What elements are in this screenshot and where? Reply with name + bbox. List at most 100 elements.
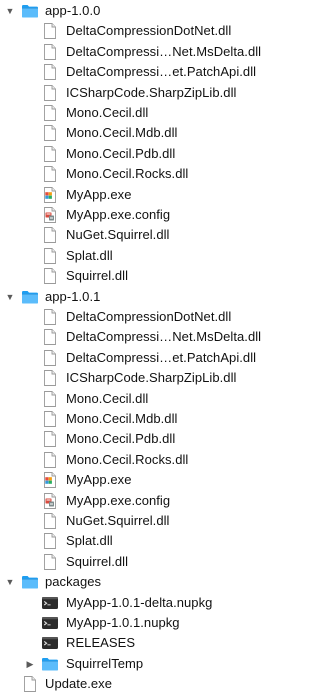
file-row[interactable]: RELEASES	[0, 632, 301, 654]
item-label: DeltaCompressionDotNet.dll	[66, 309, 232, 324]
item-label: DeltaCompressionDotNet.dll	[66, 23, 232, 39]
document-icon	[41, 553, 59, 571]
document-icon	[41, 369, 59, 387]
file-row[interactable]: Squirrel.dll	[0, 551, 301, 573]
disclosure-triangle-collapsed-icon[interactable]: ▶	[25, 657, 35, 671]
document-icon	[41, 390, 59, 408]
item-label: Squirrel.dll	[66, 268, 129, 284]
file-row[interactable]: NuGet.Squirrel.dll	[0, 224, 301, 246]
document-icon	[41, 63, 59, 81]
file-row[interactable]: Splat.dll	[0, 245, 301, 267]
terminal-file-icon	[41, 594, 59, 612]
file-row[interactable]: DeltaCompressi…Net.MsDelta.dll	[0, 326, 301, 348]
item-label: RELEASES	[66, 635, 136, 651]
exe-icon	[41, 186, 59, 204]
file-row[interactable]: MyApp.exe	[0, 184, 301, 206]
document-icon	[41, 532, 59, 550]
folder-icon	[21, 573, 39, 591]
file-row[interactable]: Mono.Cecil.Pdb.dll	[0, 143, 301, 165]
item-label: Mono.Cecil.Pdb.dll	[66, 431, 176, 447]
folder-row[interactable]: ▼ app-1.0.0	[0, 0, 301, 22]
folder-icon	[21, 288, 39, 306]
item-label: Mono.Cecil.Rocks.dll	[66, 451, 189, 467]
document-icon	[41, 226, 59, 244]
file-row[interactable]: MyApp.exe.config	[0, 204, 301, 226]
item-label: Squirrel.dll	[66, 553, 129, 569]
item-label: MyApp.exe.config	[66, 492, 171, 508]
document-icon	[41, 451, 59, 469]
document-icon	[41, 165, 59, 183]
document-icon	[41, 145, 59, 163]
document-icon	[41, 349, 59, 367]
file-row[interactable]: MyApp-1.0.1.nupkg	[0, 612, 301, 634]
document-icon	[21, 675, 39, 693]
item-label: Mono.Cecil.dll	[66, 105, 149, 120]
item-label: packages	[45, 574, 102, 590]
terminal-file-icon	[41, 614, 59, 632]
file-row[interactable]: Squirrel.dll	[0, 265, 301, 287]
item-label: NuGet.Squirrel.dll	[66, 227, 170, 243]
disclosure-triangle-expanded-icon[interactable]: ▼	[5, 4, 15, 18]
document-icon	[41, 22, 59, 40]
file-tree: ▼ app-1.0.0 DeltaCompressionDotNet.dll Delt…	[0, 0, 301, 693]
document-icon	[41, 43, 59, 61]
file-row[interactable]: Mono.Cecil.Rocks.dll	[0, 449, 301, 471]
file-row[interactable]: MyApp.exe.config	[0, 490, 301, 512]
folder-row[interactable]: ▼ app-1.0.1	[0, 286, 301, 308]
item-label: DeltaCompressi…Net.MsDelta.dll	[66, 329, 262, 345]
item-label: Splat.dll	[66, 533, 113, 549]
item-label: ICSharpCode.SharpZipLib.dll	[66, 84, 237, 100]
item-label: Mono.Cecil.Mdb.dll	[66, 125, 178, 141]
document-icon	[41, 512, 59, 530]
file-row[interactable]: ICSharpCode.SharpZipLib.dll	[0, 82, 301, 104]
file-row[interactable]: Mono.Cecil.Rocks.dll	[0, 163, 301, 185]
item-label: DeltaCompressi…et.PatchApi.dll	[66, 64, 257, 80]
exe-icon	[41, 471, 59, 489]
file-row[interactable]: Mono.Cecil.dll	[0, 388, 301, 410]
item-label: app-1.0.1	[45, 288, 101, 304]
disclosure-triangle-expanded-icon[interactable]: ▼	[5, 575, 15, 589]
document-icon	[41, 328, 59, 346]
file-row[interactable]: MyApp-1.0.1-delta.nupkg	[0, 592, 301, 614]
document-icon	[41, 124, 59, 142]
item-label: DeltaCompressi…Net.MsDelta.dll	[66, 43, 262, 59]
file-row[interactable]: MyApp.exe	[0, 469, 301, 491]
file-row[interactable]: NuGet.Squirrel.dll	[0, 510, 301, 532]
file-row[interactable]: DeltaCompressionDotNet.dll	[0, 20, 301, 42]
item-label: Mono.Cecil.Pdb.dll	[66, 145, 176, 161]
file-row[interactable]: DeltaCompressi…et.PatchApi.dll	[0, 61, 301, 83]
file-row[interactable]: Mono.Cecil.Mdb.dll	[0, 122, 301, 144]
file-row[interactable]: DeltaCompressi…et.PatchApi.dll	[0, 347, 301, 369]
item-label: Splat.dll	[66, 247, 113, 263]
file-row[interactable]: Splat.dll	[0, 530, 301, 552]
file-row[interactable]: ICSharpCode.SharpZipLib.dll	[0, 367, 301, 389]
config-icon	[41, 206, 59, 224]
disclosure-triangle-expanded-icon[interactable]: ▼	[5, 290, 15, 304]
file-row[interactable]: Mono.Cecil.Pdb.dll	[0, 428, 301, 450]
folder-row[interactable]: ▼ packages	[0, 571, 301, 593]
file-row[interactable]: DeltaCompressi…Net.MsDelta.dll	[0, 41, 301, 63]
folder-icon	[21, 2, 39, 20]
folder-icon	[41, 655, 59, 673]
document-icon	[41, 104, 59, 122]
document-icon	[41, 430, 59, 448]
item-label: ICSharpCode.SharpZipLib.dll	[66, 370, 237, 386]
item-label: MyApp-1.0.1-delta.nupkg	[66, 594, 213, 610]
item-label: DeltaCompressi…et.PatchApi.dll	[66, 349, 257, 365]
file-row[interactable]: Mono.Cecil.dll	[0, 102, 301, 124]
item-label: SquirrelTemp	[66, 655, 144, 671]
item-label: Update.exe	[45, 676, 112, 692]
item-label: app-1.0.0	[45, 3, 101, 18]
item-label: MyApp.exe	[66, 186, 132, 202]
document-icon	[41, 247, 59, 265]
item-label: NuGet.Squirrel.dll	[66, 513, 170, 528]
config-icon	[41, 492, 59, 510]
file-row[interactable]: Update.exe	[0, 673, 301, 695]
file-row[interactable]: Mono.Cecil.Mdb.dll	[0, 408, 301, 430]
file-row[interactable]: DeltaCompressionDotNet.dll	[0, 306, 301, 328]
document-icon	[41, 267, 59, 285]
folder-row[interactable]: ▶ SquirrelTemp	[0, 653, 301, 675]
document-icon	[41, 84, 59, 102]
item-label: Mono.Cecil.Mdb.dll	[66, 411, 178, 426]
item-label: MyApp-1.0.1.nupkg	[66, 615, 180, 630]
